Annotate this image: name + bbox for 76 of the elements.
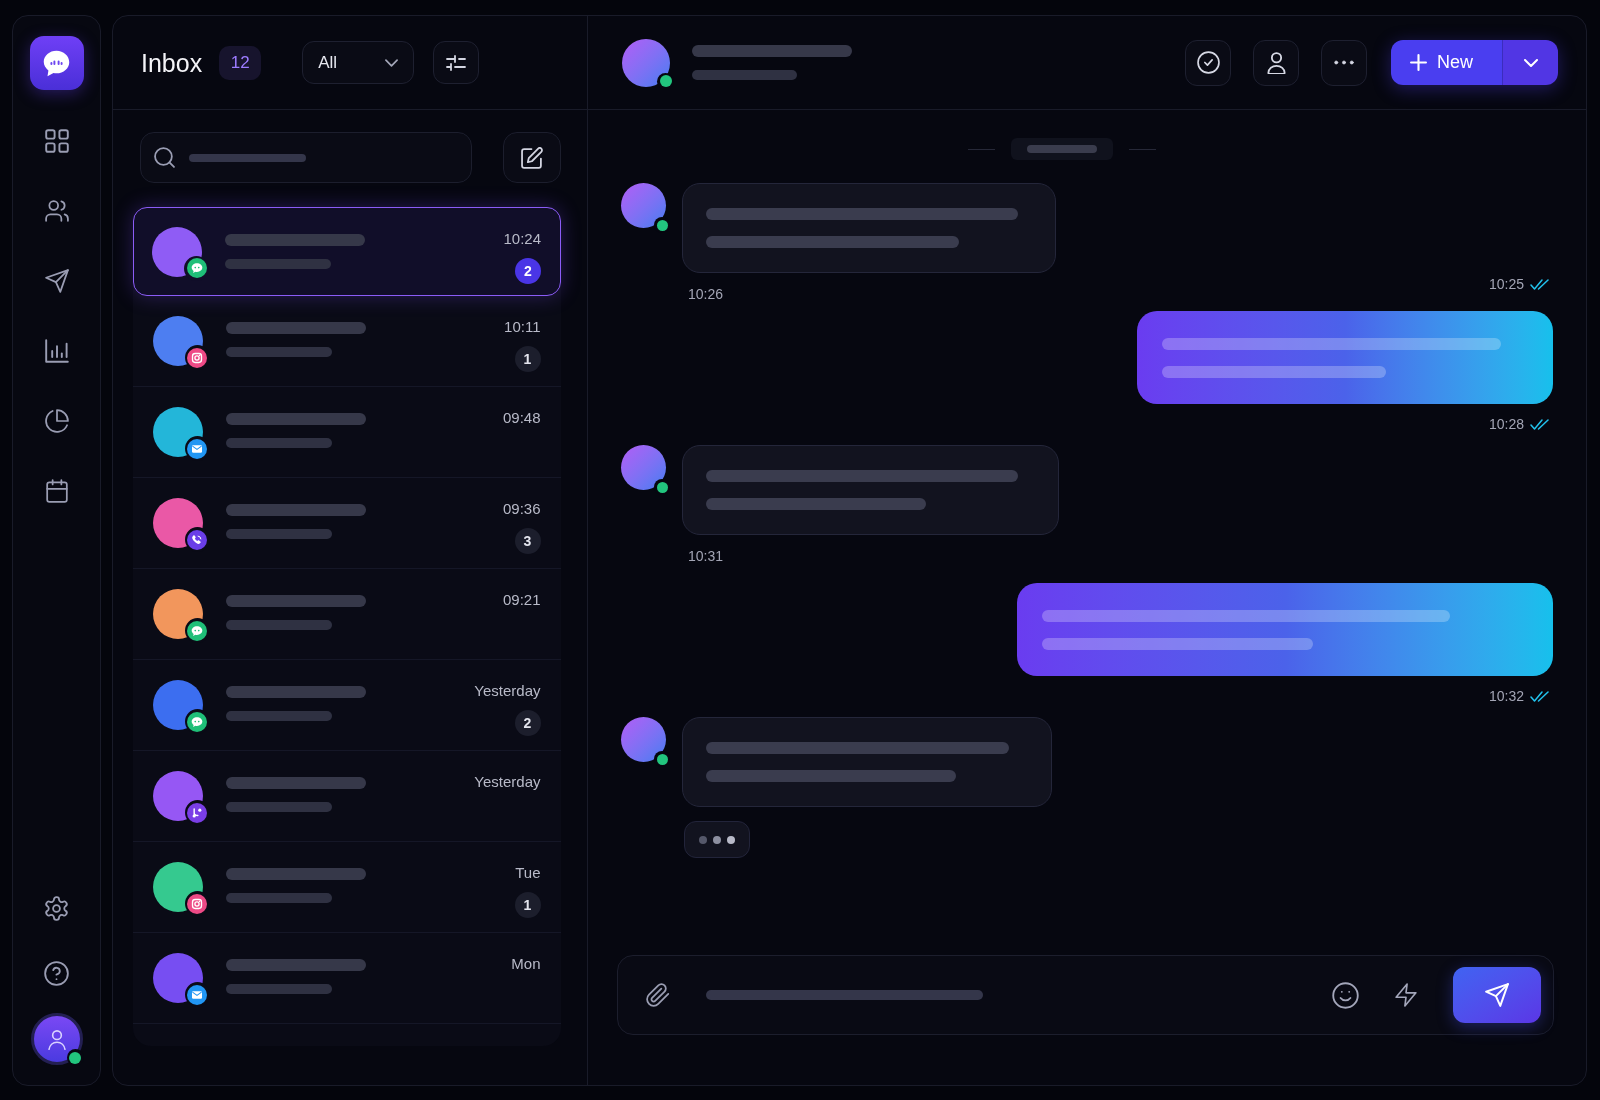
- conversation-item[interactable]: 09:21: [133, 569, 561, 660]
- send-button[interactable]: [1453, 967, 1541, 1023]
- conversation-item[interactable]: Mon: [133, 933, 561, 1024]
- settings-icon[interactable]: [44, 895, 69, 921]
- plus-icon: [1410, 54, 1427, 71]
- check-circle-icon: [1196, 51, 1220, 74]
- chat-bubble-icon: [187, 711, 207, 732]
- message-time: 10:28: [1488, 416, 1524, 433]
- conversation-item[interactable]: 10:24 2: [133, 207, 561, 296]
- filter-dropdown[interactable]: All: [302, 41, 415, 84]
- person-button[interactable]: [1253, 39, 1299, 86]
- chat-bubble-icon: [186, 258, 207, 278]
- avatar-icon: [621, 717, 666, 762]
- inbox-title: Inbox: [141, 47, 203, 78]
- new-button[interactable]: New: [1391, 40, 1502, 85]
- sliders-button[interactable]: [433, 41, 480, 84]
- conversation-time: Yesterday: [474, 681, 541, 701]
- unread-count-badge: 2: [514, 710, 541, 736]
- paper-plane-icon: [1485, 983, 1509, 1007]
- conversation-item[interactable]: Yesterday 2: [133, 660, 561, 751]
- search-field[interactable]: [140, 132, 472, 183]
- chevron-down-icon: [385, 58, 399, 67]
- branch-icon: [187, 802, 207, 823]
- message-time: 10:32: [1488, 688, 1524, 705]
- unread-count-badge: 1: [514, 346, 541, 372]
- camera-icon: [187, 347, 207, 368]
- unread-count-badge: 2: [515, 258, 541, 284]
- calendar-icon[interactable]: [44, 479, 69, 503]
- chevron-down-icon: [1523, 58, 1538, 67]
- conversation-item[interactable]: 09:36 3: [133, 478, 561, 569]
- sliders-icon: [446, 54, 467, 71]
- help-icon[interactable]: [44, 960, 69, 986]
- conversation-time: 10:11: [504, 317, 541, 337]
- chat-logo-icon[interactable]: [29, 36, 84, 90]
- conversation-time: Mon: [511, 954, 541, 974]
- paperclip-icon[interactable]: [646, 983, 670, 1007]
- unread-count-badge: 1: [514, 892, 541, 918]
- person-icon: [1266, 51, 1286, 74]
- message-time: 10:31: [688, 548, 724, 565]
- user-avatar-icon[interactable]: [30, 1013, 83, 1065]
- avatar-icon: [621, 183, 666, 228]
- grid-icon[interactable]: [44, 129, 69, 153]
- message-time: 10:26: [688, 286, 724, 303]
- chat-bubble-icon: [187, 620, 207, 641]
- compose-button[interactable]: [503, 132, 561, 183]
- avatar-icon: [621, 445, 666, 490]
- search-icon: [154, 147, 175, 168]
- conversation-time: 09:36: [502, 499, 541, 519]
- phone-icon: [187, 529, 207, 550]
- lightning-icon[interactable]: [1395, 982, 1417, 1008]
- conversation-time: Yesterday: [474, 772, 541, 792]
- conversation-time: Tue: [515, 863, 541, 883]
- dropdown-button[interactable]: [1502, 40, 1558, 85]
- unread-count-badge: 3: [514, 528, 541, 554]
- camera-icon: [187, 893, 207, 914]
- typing-dots-icon: [684, 821, 750, 858]
- users-icon[interactable]: [44, 199, 69, 223]
- envelope-icon: [187, 438, 207, 459]
- check-button[interactable]: [1185, 39, 1231, 86]
- count-badge: 12: [219, 45, 262, 80]
- envelope-icon: [187, 984, 207, 1005]
- smiley-icon[interactable]: [1332, 981, 1359, 1009]
- avatar-icon: [622, 38, 670, 87]
- conversation-item[interactable]: Tue 1: [133, 842, 561, 933]
- dots-icon: [1334, 60, 1354, 65]
- pie-chart-icon[interactable]: [44, 409, 69, 433]
- pen-square-icon: [521, 146, 543, 169]
- message-time: 10:25: [1488, 276, 1524, 293]
- bar-chart-icon[interactable]: [44, 339, 69, 363]
- conversation-time: 09:48: [502, 408, 541, 428]
- conversation-item[interactable]: 10:11 1: [133, 296, 561, 387]
- conversation-time: 09:21: [502, 590, 541, 610]
- conversation-time: 10:24: [503, 229, 541, 249]
- conversation-item[interactable]: Yesterday: [133, 751, 561, 842]
- paper-plane-icon[interactable]: [44, 269, 69, 293]
- conversation-item[interactable]: 09:48: [133, 387, 561, 478]
